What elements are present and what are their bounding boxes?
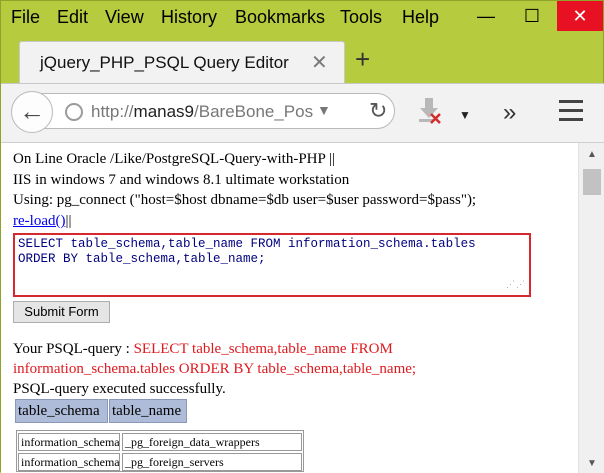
page-heading: On Line Oracle /Like/PostgreSQL-Query-wi… xyxy=(13,151,336,167)
table-row: information_schema _pg_foreign_servers xyxy=(17,451,303,471)
tab-query-editor[interactable]: jQuery_PHP_PSQL Query Editor ✕ xyxy=(19,41,345,83)
cell-schema: information_schema xyxy=(18,453,120,471)
platform-info: IIS in windows 7 and windows 8.1 ultimat… xyxy=(13,172,350,188)
menu-history[interactable]: History xyxy=(161,7,217,28)
page-content: On Line Oracle /Like/PostgreSQL-Query-wi… xyxy=(1,143,604,473)
hamburger-menu-icon[interactable] xyxy=(559,100,583,127)
close-window-button[interactable]: ✕ xyxy=(557,1,603,31)
minimize-button[interactable]: — xyxy=(463,1,509,31)
cell-schema: information_schema xyxy=(18,433,120,451)
column-header-table-name: table_name xyxy=(109,399,187,423)
reload-link[interactable]: re-load() xyxy=(13,213,65,229)
toolbar-overflow-icon[interactable]: » xyxy=(503,99,516,127)
url-text[interactable]: http://manas9/BareBone_Postg xyxy=(91,102,313,122)
cell-table-name: _pg_foreign_data_wrappers xyxy=(122,433,302,451)
query-textarea[interactable]: SELECT table_schema,table_name FROM info… xyxy=(13,233,531,297)
maximize-button[interactable]: ☐ xyxy=(509,1,555,31)
url-history-dropdown-icon[interactable]: ▼ xyxy=(317,102,331,118)
tab-close-icon[interactable]: ✕ xyxy=(311,50,328,75)
menu-view[interactable]: View xyxy=(105,7,144,28)
query-text: SELECT table_schema,table_name FROM info… xyxy=(18,237,476,266)
back-arrow-icon[interactable]: ← xyxy=(11,91,53,133)
scroll-up-arrow-icon[interactable]: ▲ xyxy=(587,149,597,160)
menu-bar: File Edit View History Bookmarks Tools H… xyxy=(1,1,604,35)
connection-info: Using: pg_connect ("host=$host dbname=$d… xyxy=(13,192,477,208)
downloads-icon[interactable] xyxy=(419,98,441,124)
reload-line: re-load()|| xyxy=(13,213,71,230)
tab-title: jQuery_PHP_PSQL Query Editor xyxy=(40,53,289,72)
cell-table-name: _pg_foreign_servers xyxy=(122,453,302,471)
psql-query-line: Your PSQL-query : SELECT table_schema,ta… xyxy=(13,341,393,358)
menu-tools[interactable]: Tools xyxy=(340,7,382,28)
menu-edit[interactable]: Edit xyxy=(57,7,88,28)
psql-query-label: Your PSQL-query : xyxy=(13,341,134,357)
result-rows: information_schema _pg_foreign_data_wrap… xyxy=(16,430,304,472)
site-info-icon[interactable] xyxy=(65,103,83,121)
url-prefix: http:// xyxy=(91,102,134,121)
menu-file[interactable]: File xyxy=(11,7,40,28)
reload-separator: || xyxy=(65,213,72,229)
scrollbar-thumb[interactable] xyxy=(583,169,601,195)
submit-form-button[interactable]: Submit Form xyxy=(13,301,110,323)
psql-query-text-1: SELECT table_schema,table_name FROM xyxy=(133,341,393,357)
url-path: /BareBone_Postg xyxy=(194,102,313,121)
vertical-scrollbar[interactable]: ▲ ▼ xyxy=(578,143,604,473)
status-message: PSQL-query executed successfully. xyxy=(13,381,226,397)
new-tab-button[interactable]: + xyxy=(355,44,370,75)
downloads-dropdown-icon[interactable]: ▼ xyxy=(459,108,471,122)
url-host: manas9 xyxy=(133,102,195,121)
column-header-schema: table_schema xyxy=(15,399,108,423)
table-row: information_schema _pg_foreign_data_wrap… xyxy=(17,431,303,451)
menu-bookmarks[interactable]: Bookmarks xyxy=(235,7,325,28)
browser-window: File Edit View History Bookmarks Tools H… xyxy=(0,0,604,473)
scroll-down-arrow-icon[interactable]: ▼ xyxy=(587,458,597,469)
resize-grip-icon[interactable]: ⋰⋰ xyxy=(506,278,526,293)
psql-query-text-2: information_schema.tables ORDER BY table… xyxy=(13,361,417,377)
reload-icon[interactable]: ↻ xyxy=(369,98,387,124)
navigation-toolbar: ← http://manas9/BareBone_Postg ▼ ↻ ▼ » xyxy=(1,83,604,143)
menu-help[interactable]: Help xyxy=(402,7,439,28)
